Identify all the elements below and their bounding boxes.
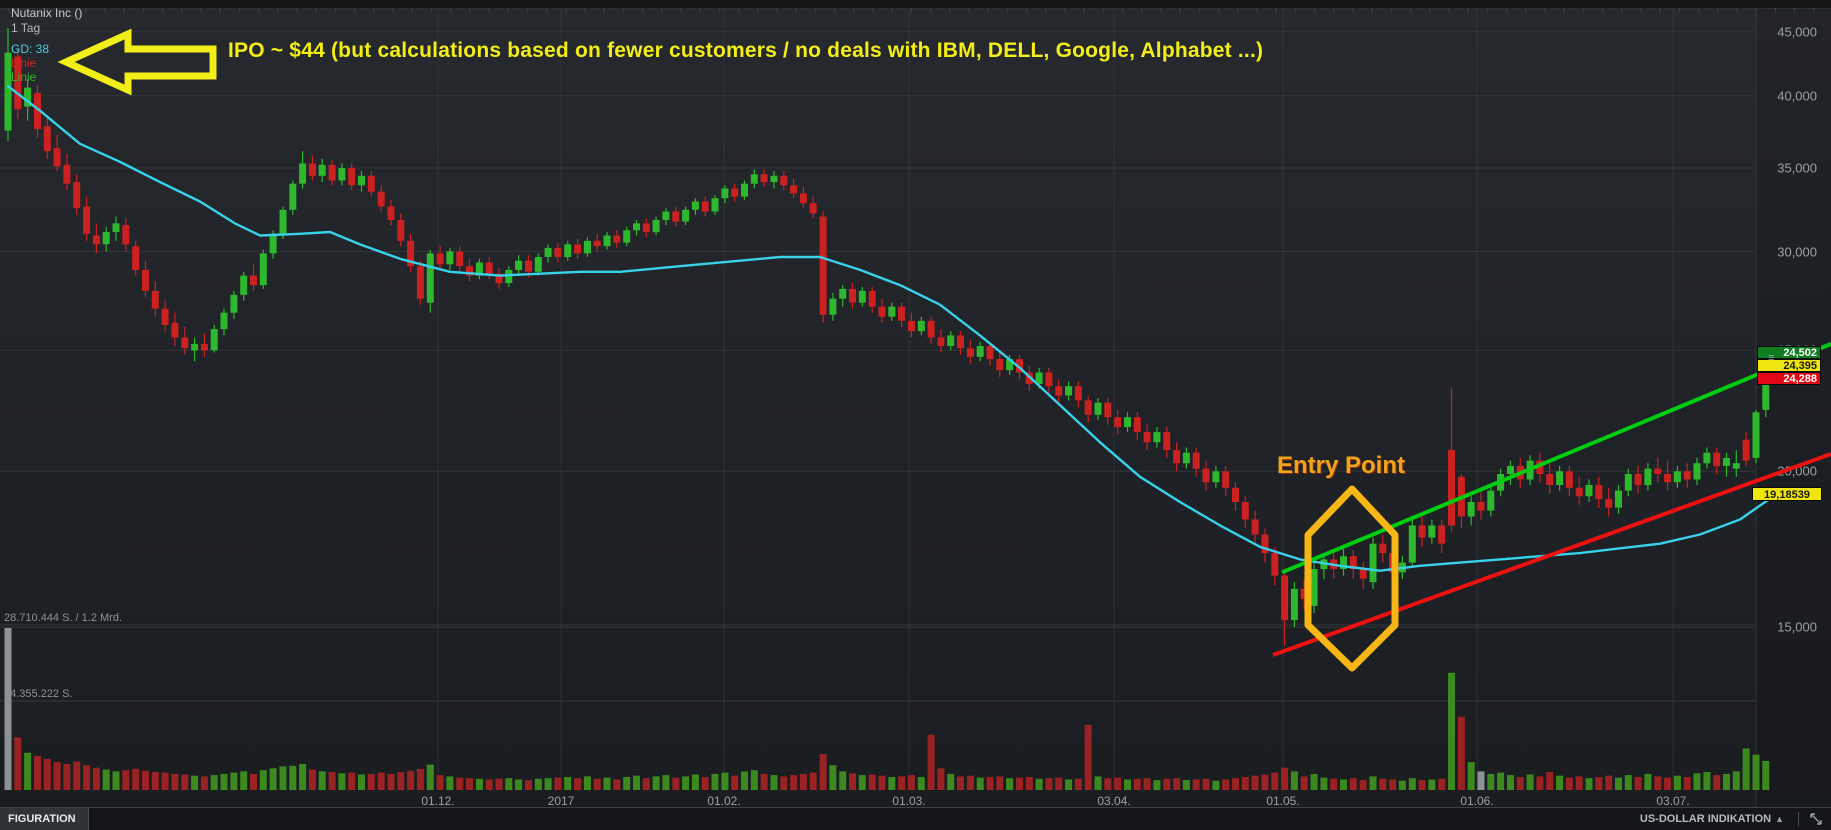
currency-label: US-DOLLAR INDIKATION — [1639, 813, 1772, 825]
chart-stage: 45,000 40,000 35,000 30,000 25,000 20,000 15,0… — [0, 0, 1831, 830]
entry-hexagon — [1304, 485, 1399, 672]
ipo-arrow-icon — [57, 28, 217, 96]
status-bar: FIGURATION US-DOLLAR INDIKATION ▲ — [0, 807, 1831, 830]
configuration-tab[interactable]: FIGURATION — [0, 808, 89, 830]
price-chart[interactable] — [0, 0, 1831, 807]
currency-indication[interactable]: US-DOLLAR INDIKATION ▲ — [1640, 808, 1831, 830]
statusbar-divider — [1798, 812, 1799, 826]
sort-arrow-icon: ▲ — [1775, 814, 1784, 824]
resize-diagonal-icon[interactable] — [1809, 812, 1823, 826]
